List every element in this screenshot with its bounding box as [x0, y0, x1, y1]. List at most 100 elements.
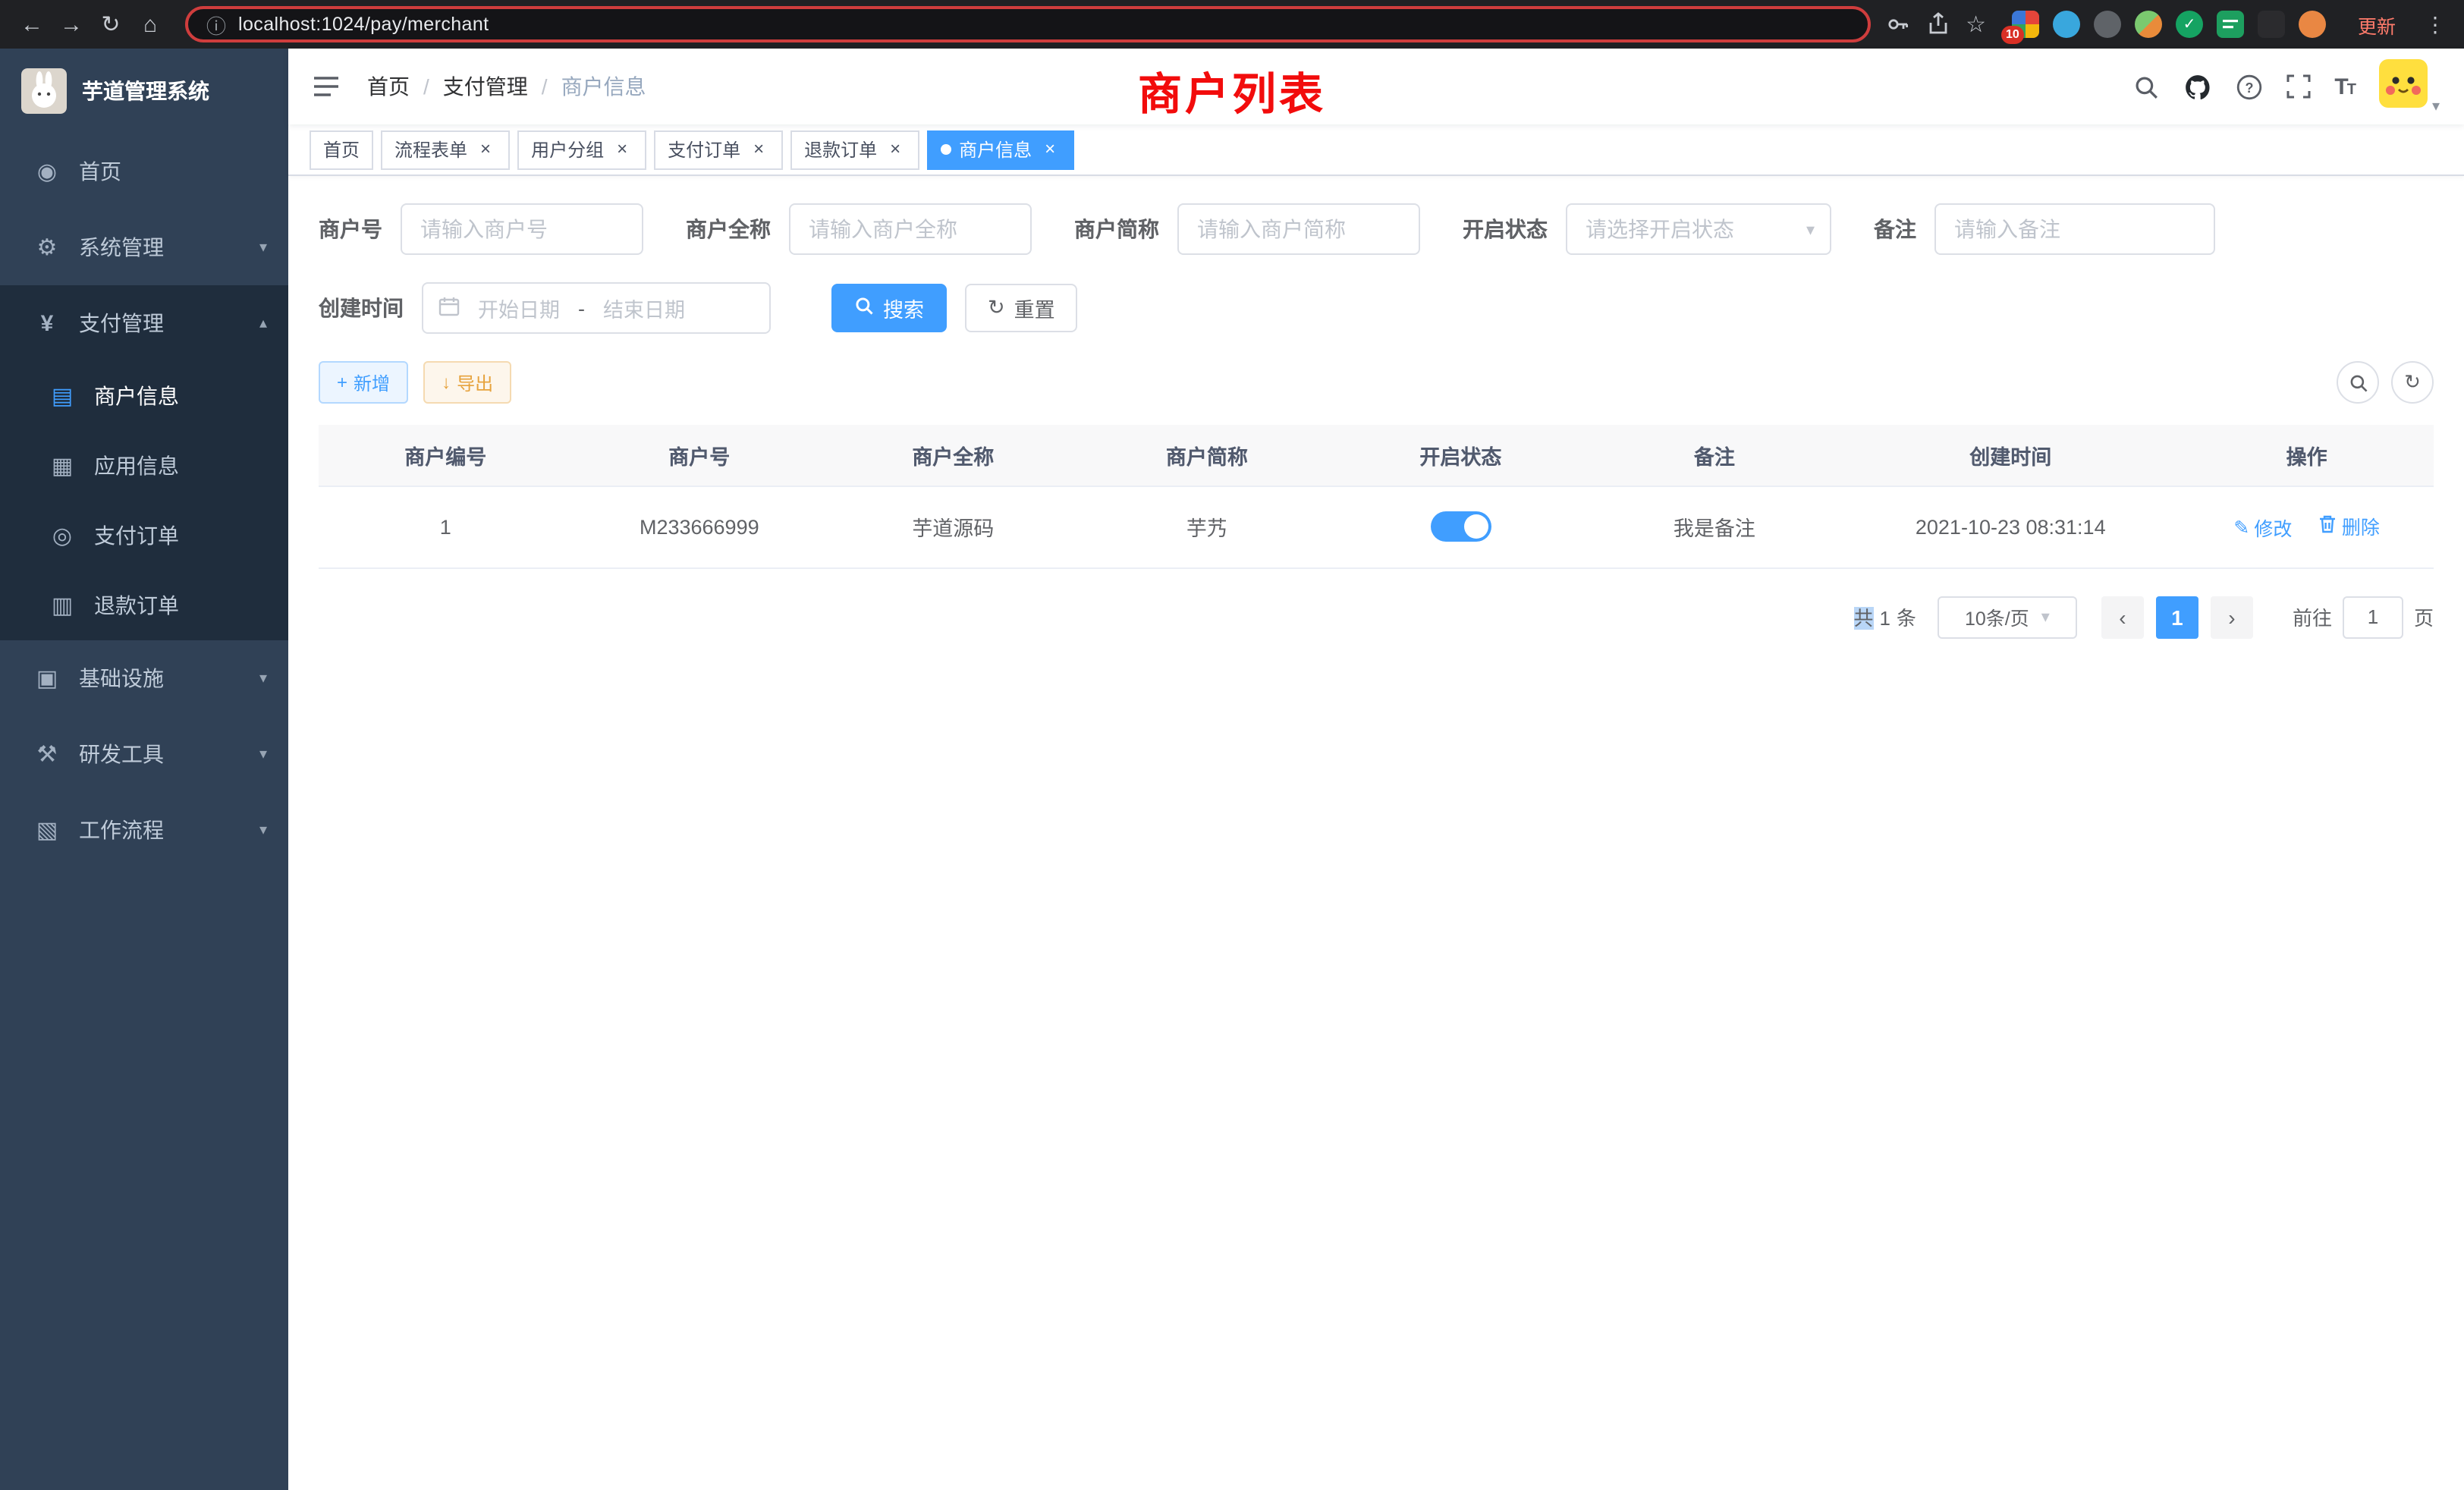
- sidebar-item-workflow[interactable]: ▧ 工作流程 ▾: [0, 792, 288, 868]
- annotation-merchant-list: 商户列表: [1138, 59, 1326, 123]
- user-avatar-menu[interactable]: ▾: [2379, 58, 2440, 115]
- col-header-merchant-id: 商户编号: [319, 425, 573, 486]
- status-toggle[interactable]: [1430, 511, 1491, 542]
- browser-forward-button[interactable]: →: [52, 5, 91, 44]
- sidebar-item-pay[interactable]: ¥ 支付管理 ▴: [0, 285, 288, 361]
- gear-icon: ⚙: [30, 234, 64, 261]
- logo-avatar: [21, 68, 67, 114]
- refresh-icon: ↻: [2404, 370, 2421, 395]
- extension-icon[interactable]: [2094, 11, 2121, 38]
- search-button[interactable]: 搜索: [831, 284, 947, 332]
- sidebar-item-system[interactable]: ⚙ 系统管理 ▾: [0, 209, 288, 285]
- screen: ← → ↻ ⌂ ⓘ localhost:1024/pay/merchant ☆ …: [0, 0, 2464, 1490]
- help-icon[interactable]: ?: [2236, 74, 2261, 99]
- edit-link[interactable]: ✎ 修改: [2233, 513, 2292, 542]
- close-icon[interactable]: ×: [1039, 139, 1061, 160]
- short-name-input[interactable]: [1177, 203, 1420, 255]
- breadcrumb-item[interactable]: 首页: [367, 71, 410, 102]
- page-content: 商户号 商户全称 商户简称 开启状态 请选择开启状态: [288, 176, 2464, 1490]
- sidebar-item-merchant-info[interactable]: ▤ 商户信息: [0, 361, 288, 431]
- breadcrumb: 首页 / 支付管理 / 商户信息: [367, 71, 646, 102]
- close-icon[interactable]: ×: [475, 139, 496, 160]
- browser-back-button[interactable]: ←: [12, 5, 52, 44]
- extension-icon[interactable]: [2053, 11, 2080, 38]
- delete-link[interactable]: 删除: [2319, 512, 2380, 541]
- search-icon[interactable]: [2132, 74, 2158, 99]
- cell-full-name: 芋道源码: [826, 486, 1080, 567]
- tab-process-form[interactable]: 流程表单 ×: [381, 130, 510, 169]
- avatar: [2379, 58, 2428, 115]
- total-count: 1: [1879, 607, 1890, 630]
- merchant-no-input[interactable]: [401, 203, 643, 255]
- page-size-select[interactable]: 10条/页 ▾: [1938, 596, 2077, 638]
- extension-icon[interactable]: 10: [2012, 11, 2039, 38]
- sidebar-item-pay-order[interactable]: ◎ 支付订单: [0, 501, 288, 571]
- github-icon[interactable]: [2183, 72, 2211, 101]
- breadcrumb-separator: /: [423, 74, 429, 99]
- close-icon[interactable]: ×: [748, 139, 769, 160]
- bookmark-star-icon[interactable]: ☆: [1966, 5, 1986, 44]
- field-create-time: 创建时间 开始日期 - 结束日期: [319, 282, 771, 334]
- extension-icon[interactable]: [2135, 11, 2162, 38]
- reset-button[interactable]: ↻ 重置: [965, 284, 1078, 332]
- merchant-table: 商户编号 商户号 商户全称 商户简称 开启状态 备注 创建时间 操作 1: [319, 425, 2434, 568]
- remark-input[interactable]: [1934, 203, 2215, 255]
- tab-merchant-info-active[interactable]: 商户信息 ×: [927, 130, 1074, 169]
- browser-reload-button[interactable]: ↻: [91, 5, 130, 44]
- field-label: 开启状态: [1463, 214, 1548, 244]
- app-logo[interactable]: 芋道管理系统: [0, 49, 288, 134]
- total-prefix: 共: [1853, 607, 1873, 630]
- toggle-search-button[interactable]: [2337, 361, 2379, 404]
- dashboard-icon: ◉: [30, 158, 64, 185]
- sidebar-collapse-icon[interactable]: [313, 74, 340, 99]
- chevron-up-icon: ▴: [259, 315, 267, 332]
- prev-page-button[interactable]: ‹: [2101, 596, 2144, 638]
- status-select[interactable]: 请选择开启状态 ▾: [1566, 203, 1831, 255]
- goto-page-input[interactable]: [2343, 596, 2403, 638]
- share-icon[interactable]: [1926, 12, 1949, 36]
- date-range-picker[interactable]: 开始日期 - 结束日期: [422, 282, 771, 334]
- card-icon: ▤: [46, 382, 79, 410]
- close-icon[interactable]: ×: [611, 139, 633, 160]
- total-suffix: 条: [1897, 607, 1916, 630]
- navbar-actions: ? TT ▾: [2132, 58, 2440, 115]
- chevron-down-icon: ▾: [259, 239, 267, 256]
- sidebar-item-app-info[interactable]: ▦ 应用信息: [0, 431, 288, 501]
- breadcrumb-item[interactable]: 支付管理: [443, 71, 528, 102]
- refresh-table-button[interactable]: ↻: [2391, 361, 2434, 404]
- tab-user-group[interactable]: 用户分组 ×: [517, 130, 646, 169]
- font-size-icon[interactable]: TT: [2334, 74, 2355, 99]
- tab-label: 退款订单: [804, 137, 877, 162]
- tab-pay-order[interactable]: 支付订单 ×: [654, 130, 783, 169]
- next-page-button[interactable]: ›: [2211, 596, 2253, 638]
- page-number-button[interactable]: 1: [2156, 596, 2198, 638]
- browser-home-button[interactable]: ⌂: [130, 5, 170, 44]
- plus-icon: +: [337, 372, 347, 393]
- fullscreen-icon[interactable]: [2286, 74, 2310, 99]
- add-button[interactable]: + 新增: [319, 361, 408, 404]
- address-bar[interactable]: ⓘ localhost:1024/pay/merchant: [185, 6, 1870, 42]
- download-icon: ↓: [442, 372, 451, 393]
- pagination: 共1条 10条/页 ▾ ‹ 1 › 前往 页: [319, 596, 2434, 638]
- extension-icon[interactable]: [2258, 11, 2285, 38]
- sidebar-item-infrastructure[interactable]: ▣ 基础设施 ▾: [0, 640, 288, 716]
- close-icon[interactable]: ×: [885, 139, 906, 160]
- extension-icon[interactable]: [2217, 11, 2244, 38]
- sidebar-item-home[interactable]: ◉ 首页: [0, 134, 288, 209]
- site-info-icon[interactable]: ⓘ: [206, 10, 226, 39]
- extension-icon[interactable]: [2176, 11, 2203, 38]
- browser-chrome: ← → ↻ ⌂ ⓘ localhost:1024/pay/merchant ☆ …: [0, 0, 2464, 49]
- col-header-full-name: 商户全称: [826, 425, 1080, 486]
- browser-update-button[interactable]: 更新: [2358, 10, 2396, 39]
- grid-icon: ▦: [46, 452, 79, 479]
- sidebar-item-dev-tools[interactable]: ⚒ 研发工具 ▾: [0, 716, 288, 792]
- full-name-input[interactable]: [789, 203, 1032, 255]
- sidebar-item-label: 研发工具: [79, 739, 164, 769]
- extension-icon[interactable]: [2299, 11, 2326, 38]
- tab-refund-order[interactable]: 退款订单 ×: [790, 130, 919, 169]
- password-key-icon[interactable]: [1885, 12, 1909, 36]
- export-button[interactable]: ↓ 导出: [423, 361, 511, 404]
- sidebar-item-refund-order[interactable]: ▥ 退款订单: [0, 571, 288, 640]
- browser-menu-icon[interactable]: ⋮: [2422, 11, 2449, 37]
- tab-home[interactable]: 首页: [310, 130, 373, 169]
